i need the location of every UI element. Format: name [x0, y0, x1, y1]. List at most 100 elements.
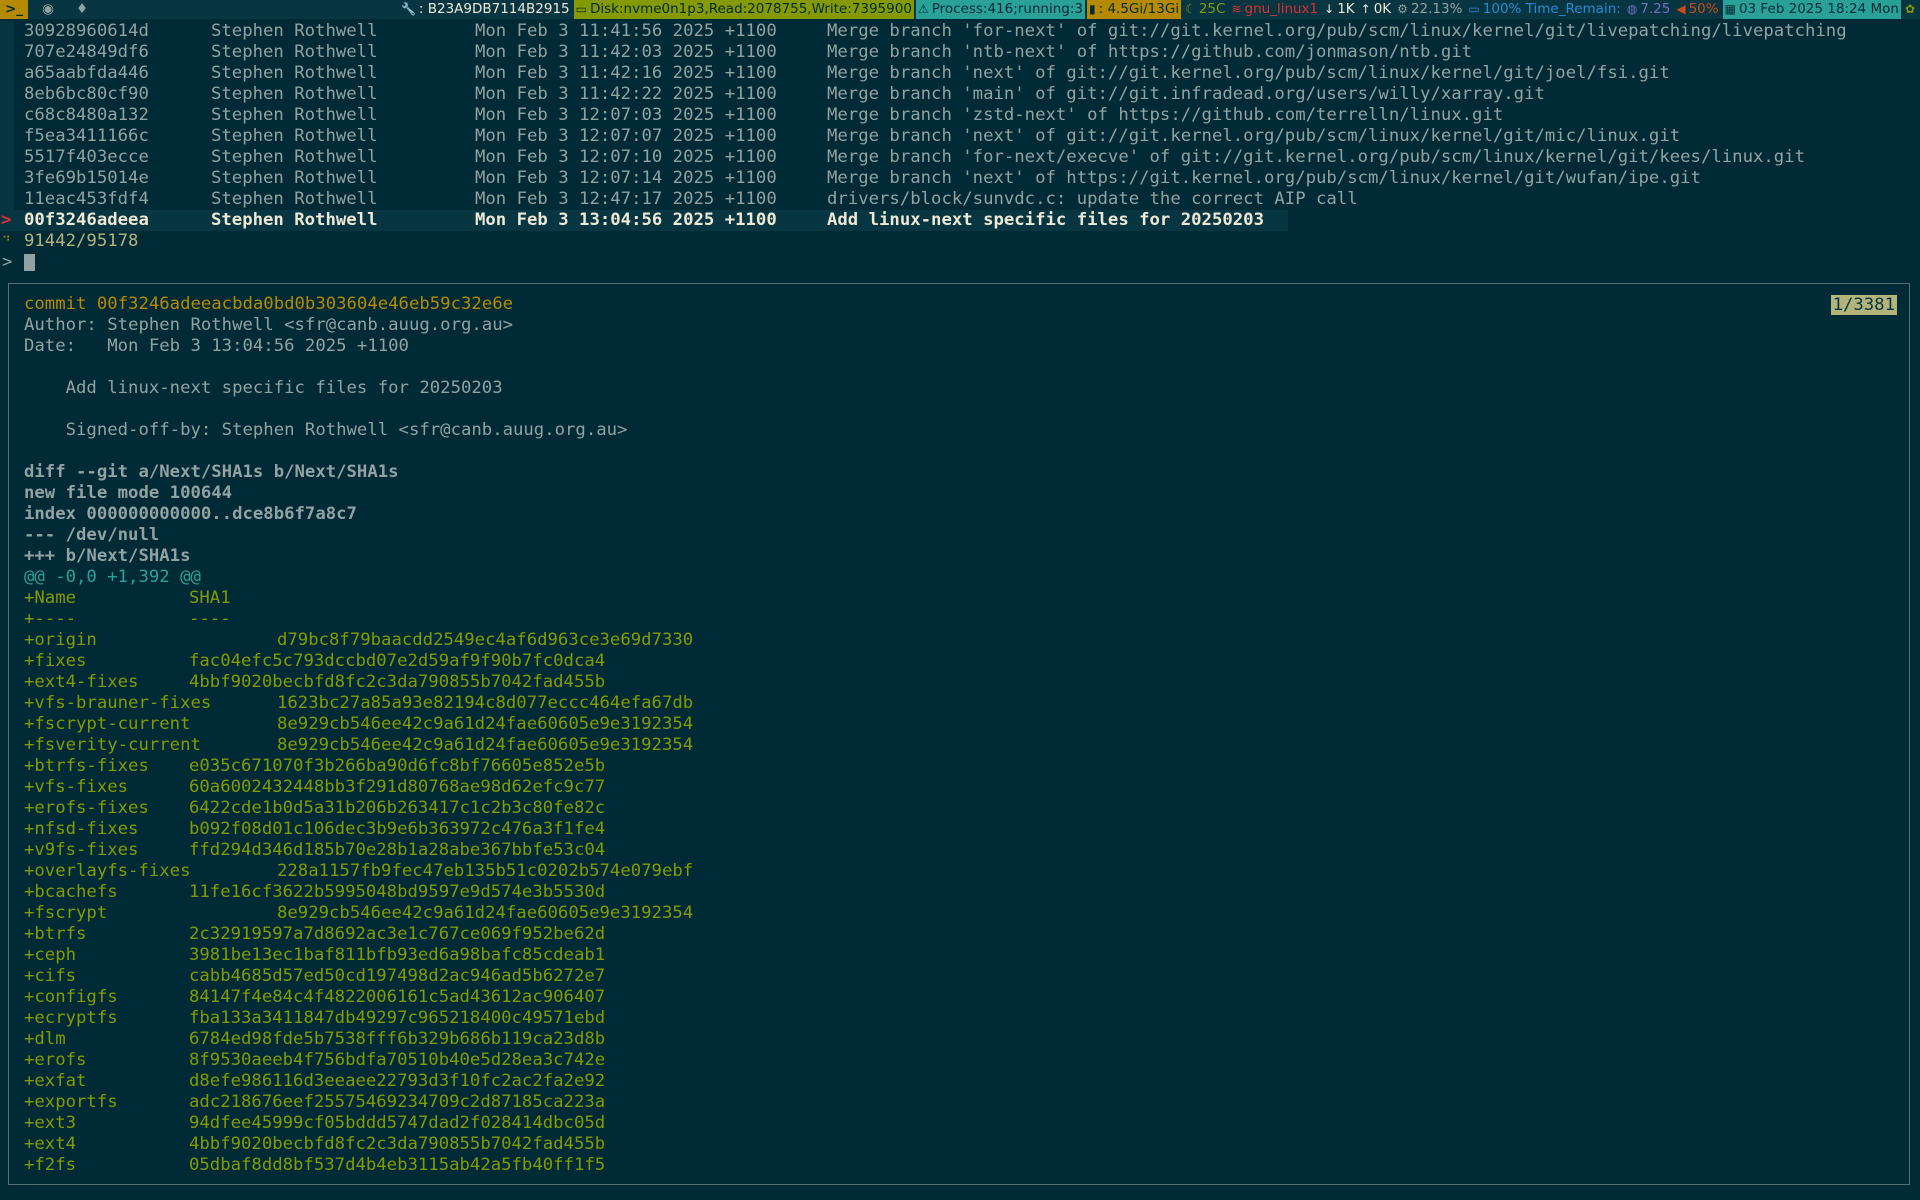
workspace-terminal-icon[interactable]: >_	[0, 0, 28, 19]
status-item: ↑ 0K	[1359, 0, 1394, 19]
branch-name: +fixes	[24, 651, 87, 671]
branch-sha1: b092f08d01c106dec3b9e6b363972c476a3f1fe4	[189, 819, 606, 839]
commit-date: Mon Feb 3 12:07:03 2025 +1100	[475, 105, 777, 125]
workspace-3-icon[interactable]: ♦	[74, 0, 90, 19]
diff-line	[24, 357, 693, 378]
commit-row[interactable]: 707e24849df6 Stephen Rothwell Mon Feb 3 11…	[0, 42, 1920, 63]
commit-row[interactable]: 30928960614d Stephen Rothwell Mon Feb 3 11…	[0, 21, 1920, 42]
diff-added-line: +origin d79bc8f79baacdd2549ec4af6d963ce3e…	[24, 630, 693, 651]
commit-row[interactable]: 11eac453fdf4 Stephen Rothwell Mon Feb 3 12…	[0, 189, 1920, 210]
commit-hash: 30928960614d	[24, 21, 149, 41]
diff-line: Author: Stephen Rothwell <sfr@canb.auug.…	[24, 315, 513, 335]
status-item-text: 100% Time_Remain:	[1482, 1, 1621, 17]
row-gutter	[0, 126, 14, 147]
commit-subject: Add linux-next specific files for 202502…	[827, 210, 1264, 230]
branch-sha1: 4bbf9020becbfd8fc2c3da790855b7042fad455b	[189, 672, 606, 692]
diff-added-line: +erofs 8f9530aeeb4f756bdfa70510b40e5d28ea…	[24, 1050, 693, 1071]
row-gutter	[0, 147, 14, 168]
diff-line: Date: Mon Feb 3 13:04:56 2025 +1100	[24, 336, 409, 356]
commit-author: Stephen Rothwell	[211, 84, 378, 104]
branch-sha1: fba133a3411847db49297c965218400c49571ebd	[189, 1008, 606, 1028]
commit-row[interactable]: c68c8480a132 Stephen Rothwell Mon Feb 3 12…	[0, 105, 1920, 126]
commit-author: Stephen Rothwell	[211, 105, 378, 125]
diff-added-line: +fscrypt-current 8e929cb546ee42c9a61d24fa…	[24, 714, 693, 735]
status-item-icon: ▦	[1724, 2, 1736, 16]
branch-sha1: SHA1	[189, 588, 231, 608]
branch-name: +nfsd-fixes	[24, 819, 139, 839]
commit-row[interactable]: >00f3246adeea Stephen Rothwell Mon Feb 3 1…	[0, 210, 1920, 231]
branch-sha1: 8f9530aeeb4f756bdfa70510b40e5d28ea3c742e	[189, 1050, 606, 1070]
status-item-icon: ⚙	[1397, 2, 1408, 16]
branch-name: +fscrypt	[24, 903, 108, 923]
diff-added-line: +overlayfs-fixes 228a1157fb9fec47eb135b51…	[24, 861, 693, 882]
row-gutter	[0, 105, 14, 126]
diff-added-line: +erofs-fixes 6422cde1b0d5a31b206b263417c1…	[24, 798, 693, 819]
status-item: ▭ Disk:nvme0n1p3,Read:2078755,Write:73959…	[573, 0, 914, 19]
branch-sha1: d79bc8f79baacdd2549ec4af6d963ce3e69d7330	[277, 630, 694, 650]
workspace-2-icon[interactable]: ◉	[40, 0, 56, 19]
branch-name: +exfat	[24, 1071, 87, 1091]
diff-added-line: +nfsd-fixes b092f08d01c106dec3b9e6b363972…	[24, 819, 693, 840]
status-item-icon: ↑	[1360, 2, 1371, 16]
status-item: ▦ 03 Feb 2025 18:24 Mon	[1722, 0, 1901, 19]
commit-diff-lines: commit 00f3246adeeacbda0bd0b303604e46eb5…	[24, 294, 693, 1176]
status-item-icon: ▭	[1468, 2, 1480, 16]
status-item: ⚙ 22.13%	[1395, 0, 1464, 19]
commit-hash: c68c8480a132	[24, 105, 149, 125]
commit-date: Mon Feb 3 11:41:56 2025 +1100	[475, 21, 777, 41]
commit-author: Stephen Rothwell	[211, 42, 378, 62]
commit-date: Mon Feb 3 13:04:56 2025 +1100	[475, 210, 777, 230]
branch-name: +ceph	[24, 945, 77, 965]
status-item: ↓ 1K	[1322, 0, 1357, 19]
diff-added-line: +ext3 94dfee45999cf05bddd5747dad2f028414d…	[24, 1113, 693, 1134]
commit-row[interactable]: 5517f403ecce Stephen Rothwell Mon Feb 3 12…	[0, 147, 1920, 168]
status-item-icon: ◀	[1676, 2, 1686, 16]
status-item-icon: ▮	[1089, 2, 1096, 16]
commit-author: Stephen Rothwell	[211, 21, 378, 41]
commit-hash: 11eac453fdf4	[24, 189, 149, 209]
diff-added-line: +btrfs-fixes e035c671070f3b266ba90d6fc8bf…	[24, 756, 693, 777]
branch-name: +configfs	[24, 987, 118, 1007]
row-gutter	[0, 84, 14, 105]
commit-author: Stephen Rothwell	[211, 63, 378, 83]
branch-sha1: 3981be13ec1baf811bfb93ed6a98bafc85cdeab1	[189, 945, 606, 965]
text-cursor[interactable]	[24, 254, 35, 271]
commit-row[interactable]: f5ea3411166c Stephen Rothwell Mon Feb 3 12…	[0, 126, 1920, 147]
commit-subject: Merge branch 'next' of git://git.kernel.…	[827, 126, 1681, 146]
diff-line: @@ -0,0 +1,392 @@	[24, 567, 201, 587]
git-log-list[interactable]: 30928960614d Stephen Rothwell Mon Feb 3 11…	[0, 21, 1920, 231]
status-item-icon: 🔧	[400, 2, 416, 16]
diff-added-line: +ext4-fixes 4bbf9020becbfd8fc2c3da790855b…	[24, 672, 693, 693]
commit-row[interactable]: 3fe69b15014e Stephen Rothwell Mon Feb 3 12…	[0, 168, 1920, 189]
status-item: ▮: 4.5Gi/13Gi	[1087, 0, 1182, 19]
status-item: ◍ 7.25	[1625, 0, 1673, 19]
branch-name: +origin	[24, 630, 97, 650]
branch-sha1: 6422cde1b0d5a31b206b263417c1c2b3c80fe82c	[189, 798, 606, 818]
status-item-text: 7.25	[1640, 1, 1671, 17]
row-gutter	[0, 189, 14, 210]
commit-subject: Merge branch 'next' of git://git.kernel.…	[827, 63, 1670, 83]
spinner-icon: ⠙	[2, 234, 11, 248]
branch-sha1: 94dfee45999cf05bddd5747dad2f028414dbc05d	[189, 1113, 606, 1133]
commit-subject: Merge branch 'for-next/execve' of git://…	[827, 147, 1805, 167]
branch-name: +bcachefs	[24, 882, 118, 902]
status-item-text: Disk:nvme0n1p3,Read:2078755,Write:739590…	[589, 1, 912, 17]
diff-added-line: +ceph 3981be13ec1baf811bfb93ed6a98bafc85c…	[24, 945, 693, 966]
status-item-icon: ☾	[1185, 2, 1196, 16]
status-item: 🔧: B23A9DB7114B2915	[399, 0, 572, 19]
branch-sha1: cabb4685d57ed50cd197498d2ac946ad5b6272e7	[189, 966, 606, 986]
branch-name: +ecryptfs	[24, 1008, 118, 1028]
status-item-text: 0K	[1373, 1, 1392, 17]
commit-hash: a65aabfda446	[24, 63, 149, 83]
commit-preview-pane[interactable]: 1/3381 commit 00f3246adeeacbda0bd0b30360…	[8, 283, 1910, 1185]
branch-sha1: d8efe986116d3eeaee22793d3f10fc2ac2fa2e92	[189, 1071, 606, 1091]
commit-row[interactable]: a65aabfda446 Stephen Rothwell Mon Feb 3 11…	[0, 63, 1920, 84]
diff-added-line: +fscrypt 8e929cb546ee42c9a61d24fae60605e9…	[24, 903, 693, 924]
row-gutter	[0, 168, 14, 189]
status-item-text: : B23A9DB7114B2915	[418, 1, 570, 17]
commit-row[interactable]: 8eb6bc80cf90 Stephen Rothwell Mon Feb 3 11…	[0, 84, 1920, 105]
status-item: ▭ 100% Time_Remain:	[1466, 0, 1622, 19]
diff-added-line: +dlm 6784ed98fde5b7538fff6b329b686b119ca2…	[24, 1029, 693, 1050]
commit-subject: Merge branch 'for-next' of git://git.ker…	[827, 21, 1847, 41]
branch-sha1: adc218676eef25575469234709c2d87185ca223a	[189, 1092, 606, 1112]
